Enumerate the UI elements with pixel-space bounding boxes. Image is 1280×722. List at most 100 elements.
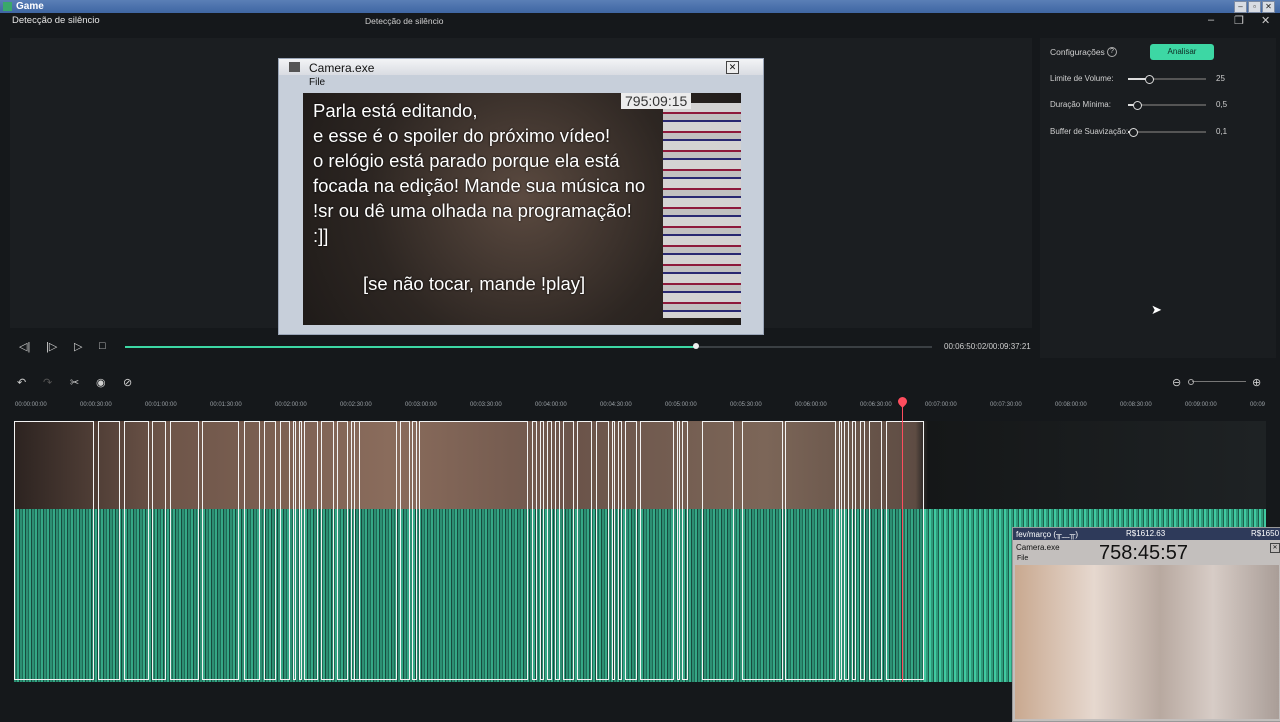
os-close-button[interactable]: ✕ (1262, 1, 1275, 13)
restore-icon[interactable]: ❐ (1234, 14, 1244, 27)
hide-icon[interactable]: ⊘ (123, 376, 132, 389)
clip-segment[interactable] (400, 421, 410, 680)
clip-segment[interactable] (618, 421, 622, 680)
zoom-knob[interactable] (1188, 379, 1194, 385)
clip-segment[interactable] (625, 421, 637, 680)
camera-video-feed: 795:09:15 Parla está editando, e esse é … (303, 93, 741, 325)
clip-segment[interactable] (152, 421, 166, 680)
ruler-tick-label: 00:05:00:00 (665, 402, 697, 408)
clip-segment[interactable] (839, 421, 842, 680)
clip-segment[interactable] (742, 421, 783, 680)
camera-file-menu[interactable]: File (309, 77, 325, 88)
timeline-ruler[interactable]: 00:00:00:00 00:00:30:00 00:01:00:00 00:01:3… (0, 398, 1280, 416)
clip-segment[interactable] (640, 421, 674, 680)
ruler-tick-label: 00:01:30:00 (210, 402, 242, 408)
volume-limit-slider[interactable] (1128, 75, 1206, 84)
ruler-tick-label: 00:06:00:00 (795, 402, 827, 408)
clip-segment[interactable] (419, 421, 528, 680)
next-frame-icon[interactable]: |▷ (46, 340, 57, 353)
clip-segment[interactable] (293, 421, 296, 680)
clip-segment[interactable] (280, 421, 290, 680)
slider-knob[interactable] (1145, 75, 1155, 84)
smoothing-buffer-value: 0,1 (1216, 127, 1228, 136)
show-icon[interactable]: ◉ (96, 376, 106, 389)
clip-segment[interactable] (844, 421, 849, 680)
clip-segment[interactable] (563, 421, 574, 680)
clip-segment[interactable] (354, 421, 397, 680)
clip-segment[interactable] (577, 421, 592, 680)
prev-frame-icon[interactable]: ◁| (19, 340, 30, 353)
ruler-tick-label: 00:09:00:00 (1185, 402, 1217, 408)
play-icon[interactable]: ▷ (74, 340, 82, 353)
clip-segment[interactable] (596, 421, 609, 680)
webcam-video (1015, 565, 1279, 719)
clip-segment[interactable] (555, 421, 560, 680)
mouse-cursor-icon: ➤ (1151, 302, 1162, 317)
clip-segment[interactable] (540, 421, 544, 680)
clip-segment[interactable] (860, 421, 865, 680)
progress-knob[interactable] (692, 343, 699, 349)
dialog-title: Detecção de silêncio (365, 16, 444, 26)
smoothing-buffer-label: Buffer de Suavização: (1050, 127, 1129, 136)
cut-icon[interactable]: ✂ (70, 376, 79, 389)
volume-limit-value: 25 (1216, 74, 1225, 83)
clip-segment[interactable] (304, 421, 318, 680)
clip-segment[interactable] (337, 421, 348, 680)
clip-segment[interactable] (299, 421, 302, 680)
clip-segment[interactable] (170, 421, 199, 680)
ruler-tick-label: 00:00:30:00 (80, 402, 112, 408)
clip-segment[interactable] (98, 421, 120, 680)
min-duration-slider[interactable] (1128, 101, 1206, 110)
clip-segment[interactable] (677, 421, 680, 680)
clip-segment[interactable] (852, 421, 856, 680)
ruler-tick-label: 00:03:30:00 (470, 402, 502, 408)
zoom-out-icon[interactable]: ⊖ (1172, 376, 1181, 389)
clip-segment[interactable] (532, 421, 537, 680)
clip-segment[interactable] (702, 421, 734, 680)
overlay-message: Parla está editando, e esse é o spoiler … (313, 100, 646, 246)
timeline-toolbar (0, 370, 1280, 394)
clip-segment[interactable] (264, 421, 276, 680)
clip-segment[interactable] (547, 421, 552, 680)
ruler-tick-label: 00:02:30:00 (340, 402, 372, 408)
os-maximize-button[interactable]: ▫ (1248, 1, 1261, 13)
minimize-icon[interactable]: – (1208, 14, 1214, 26)
pip-window-title: Camera.exe (1016, 543, 1060, 552)
analyze-button[interactable]: Analisar (1150, 44, 1214, 60)
camera-close-button[interactable]: ✕ (726, 61, 739, 74)
os-title-bar (0, 0, 1280, 13)
clip-segment[interactable] (202, 421, 239, 680)
pip-file-menu: File (1017, 555, 1029, 562)
camera-app-icon (289, 62, 300, 72)
ruler-tick-label: 00:06:30:00 (860, 402, 892, 408)
zoom-in-icon[interactable]: ⊕ (1252, 376, 1261, 389)
donation-goal: R$1650 (1251, 529, 1280, 538)
clip-segment[interactable] (321, 421, 334, 680)
clip-segment[interactable] (412, 421, 417, 680)
playhead-line[interactable] (902, 402, 903, 682)
clip-segment[interactable] (244, 421, 260, 680)
ruler-tick-label: 00:08:30:00 (1120, 402, 1152, 408)
clip-segment[interactable] (612, 421, 615, 680)
os-window-title: Game (16, 1, 44, 12)
zoom-slider[interactable] (1192, 381, 1246, 382)
clip-segment[interactable] (869, 421, 882, 680)
clip-segment[interactable] (785, 421, 836, 680)
settings-label: Configurações (1050, 47, 1105, 57)
clip-segment[interactable] (14, 421, 94, 680)
os-minimize-button[interactable]: – (1234, 1, 1247, 13)
app-title: Detecção de silêncio (12, 15, 100, 26)
slider-knob[interactable] (1128, 128, 1138, 137)
clip-segment[interactable] (682, 421, 688, 680)
ruler-tick-label: 00:07:00:00 (925, 402, 957, 408)
close-icon[interactable]: ✕ (1261, 14, 1270, 27)
ruler-tick-label: 00:03:00:00 (405, 402, 437, 408)
clip-segment[interactable] (886, 421, 924, 680)
progress-bar[interactable] (125, 343, 932, 349)
redo-icon[interactable]: ↷ (43, 376, 52, 389)
help-icon[interactable]: ? (1107, 47, 1117, 57)
undo-icon[interactable]: ↶ (17, 376, 26, 389)
clip-segment[interactable] (124, 421, 149, 680)
stop-icon[interactable]: □ (99, 340, 106, 352)
smoothing-buffer-slider[interactable] (1128, 128, 1206, 137)
